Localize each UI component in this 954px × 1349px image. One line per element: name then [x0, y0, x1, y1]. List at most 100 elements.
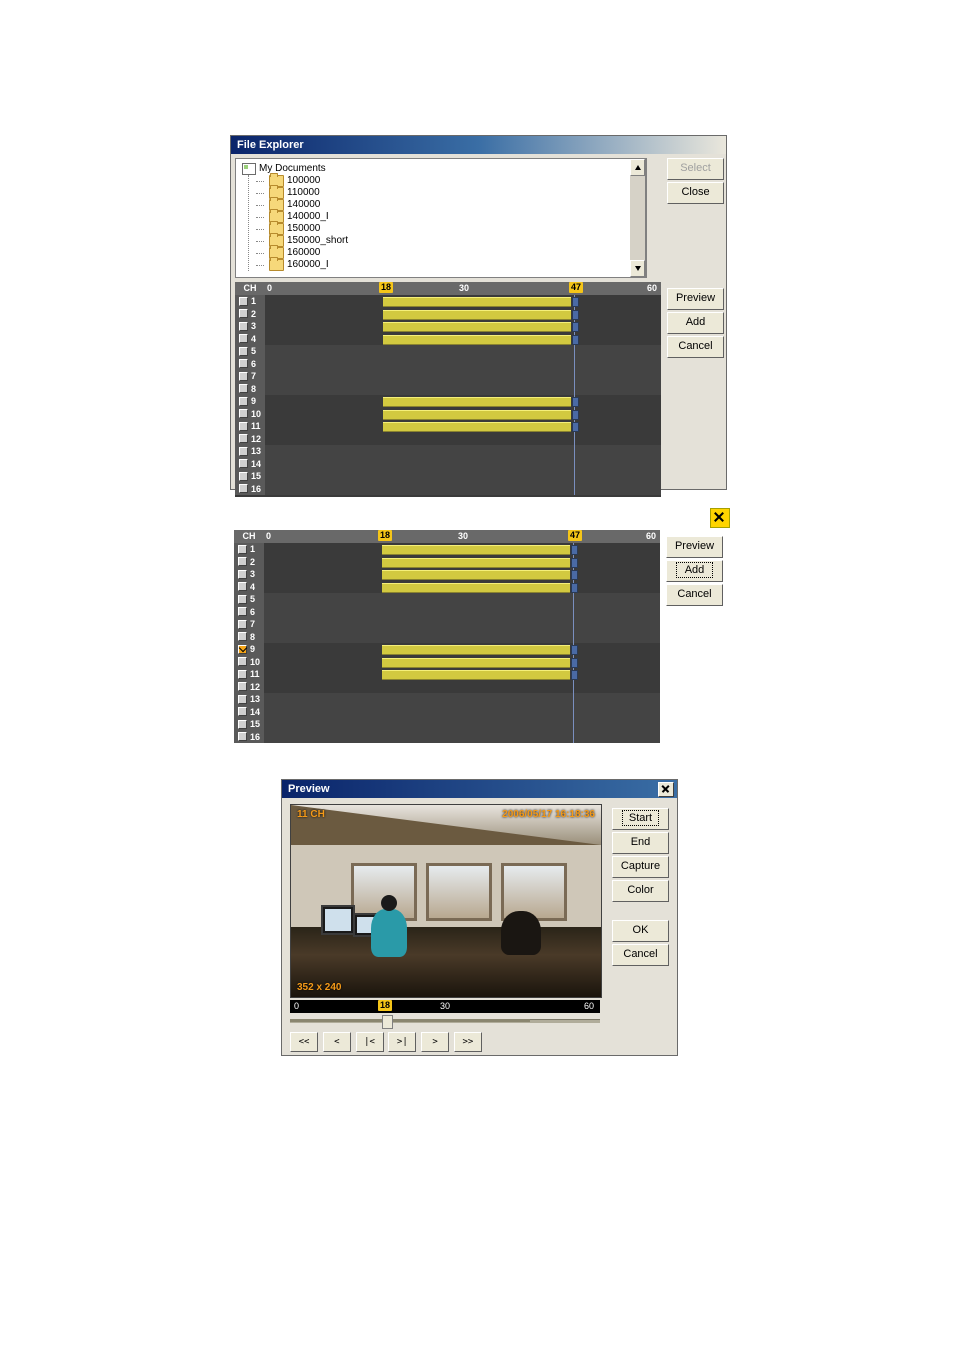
- folder-item[interactable]: 150000_short: [256, 235, 646, 247]
- preview-flag[interactable]: 18: [378, 1000, 392, 1011]
- folder-item[interactable]: 160000: [256, 247, 646, 259]
- channel-checkbox[interactable]: [239, 434, 248, 443]
- end-flag[interactable]: 47: [568, 530, 582, 541]
- channel-checkbox[interactable]: [238, 707, 247, 716]
- channel-checkbox[interactable]: [239, 297, 248, 306]
- timeline-track[interactable]: [264, 668, 660, 681]
- channel-checkbox[interactable]: [239, 359, 248, 368]
- channel-cell[interactable]: 13: [235, 445, 265, 458]
- end-marker[interactable]: [572, 422, 579, 432]
- channel-cell[interactable]: 6: [235, 358, 265, 371]
- channel-checkbox[interactable]: [239, 347, 248, 356]
- cancel-button[interactable]: Cancel: [666, 584, 723, 606]
- tree-scrollbar[interactable]: [630, 158, 646, 278]
- timeline-track[interactable]: [265, 370, 661, 383]
- nav-ffwd-button[interactable]: >>: [454, 1032, 482, 1052]
- timeline-track[interactable]: [264, 718, 660, 731]
- nav-next-button[interactable]: >: [421, 1032, 449, 1052]
- channel-checkbox[interactable]: [239, 309, 248, 318]
- end-marker[interactable]: [572, 297, 579, 307]
- channel-cell[interactable]: 12: [235, 433, 265, 446]
- cancel-button[interactable]: Cancel: [612, 944, 669, 966]
- end-marker[interactable]: [572, 322, 579, 332]
- nav-prev-button[interactable]: <: [323, 1032, 351, 1052]
- timeline-track[interactable]: [264, 631, 660, 644]
- channel-checkbox[interactable]: [238, 695, 247, 704]
- timeline-track[interactable]: [265, 383, 661, 396]
- channel-checkbox[interactable]: [239, 472, 248, 481]
- channel-cell[interactable]: 13: [234, 693, 264, 706]
- timeline-track[interactable]: [264, 581, 660, 594]
- timeline-track[interactable]: [264, 643, 660, 656]
- channel-cell[interactable]: 7: [235, 370, 265, 383]
- channel-cell[interactable]: 2: [234, 556, 264, 569]
- timeline-track[interactable]: [264, 681, 660, 694]
- end-marker[interactable]: [571, 570, 578, 580]
- timeline-track[interactable]: [264, 593, 660, 606]
- channel-checkbox[interactable]: [238, 582, 247, 591]
- channel-checkbox[interactable]: [238, 670, 247, 679]
- channel-cell[interactable]: 7: [234, 618, 264, 631]
- preview-button[interactable]: Preview: [667, 288, 724, 310]
- folder-item[interactable]: 150000: [256, 223, 646, 235]
- folder-item[interactable]: 160000_I: [256, 259, 646, 271]
- channel-checkbox[interactable]: [238, 682, 247, 691]
- channel-checkbox[interactable]: [239, 484, 248, 493]
- channel-checkbox[interactable]: [238, 607, 247, 616]
- channel-cell[interactable]: 15: [235, 470, 265, 483]
- channel-cell[interactable]: 10: [235, 408, 265, 421]
- channel-checkbox[interactable]: [238, 732, 247, 741]
- timeline-track[interactable]: [264, 556, 660, 569]
- select-button[interactable]: Select: [667, 158, 724, 180]
- channel-cell[interactable]: 1: [235, 295, 265, 308]
- timeline-track[interactable]: [265, 458, 661, 471]
- timeline-scale[interactable]: 0 18 30 47 60: [264, 530, 660, 543]
- folder-tree[interactable]: My Documents 100000 110000 140000 140000…: [235, 158, 647, 278]
- scroll-up-button[interactable]: [630, 159, 645, 176]
- timeline-track[interactable]: [265, 395, 661, 408]
- start-button[interactable]: Start: [612, 808, 669, 830]
- channel-checkbox[interactable]: [239, 372, 248, 381]
- close-x-icon[interactable]: [710, 508, 730, 528]
- end-flag[interactable]: 47: [569, 282, 583, 293]
- channel-cell[interactable]: 5: [235, 345, 265, 358]
- timeline-track[interactable]: [265, 445, 661, 458]
- channel-checkbox[interactable]: [239, 322, 248, 331]
- add-button[interactable]: Add: [667, 312, 724, 334]
- start-flag[interactable]: 18: [379, 282, 393, 293]
- start-flag[interactable]: 18: [378, 530, 392, 541]
- channel-checkbox[interactable]: [239, 334, 248, 343]
- channel-checkbox[interactable]: [239, 459, 248, 468]
- end-marker[interactable]: [572, 335, 579, 345]
- folder-item[interactable]: 110000: [256, 187, 646, 199]
- timeline-track[interactable]: [265, 420, 661, 433]
- window-close-button[interactable]: [658, 782, 674, 797]
- timeline-track[interactable]: [264, 606, 660, 619]
- timeline-track[interactable]: [265, 320, 661, 333]
- channel-cell[interactable]: 16: [234, 731, 264, 744]
- end-marker[interactable]: [571, 670, 578, 680]
- scroll-down-button[interactable]: [630, 260, 645, 277]
- channel-checkbox[interactable]: [238, 632, 247, 641]
- channel-cell[interactable]: 3: [235, 320, 265, 333]
- timeline-track[interactable]: [265, 483, 661, 496]
- timeline-track[interactable]: [264, 731, 660, 744]
- close-button[interactable]: Close: [667, 182, 724, 204]
- timeline-scale[interactable]: 0 18 30 47 60: [265, 282, 661, 295]
- end-marker[interactable]: [571, 558, 578, 568]
- channel-cell[interactable]: 1: [234, 543, 264, 556]
- video-preview[interactable]: 11 CH 2006/05/17 16:18:36 352 x 240: [290, 804, 602, 998]
- timeline-track[interactable]: [265, 308, 661, 321]
- channel-checkbox[interactable]: [238, 557, 247, 566]
- channel-cell[interactable]: 9: [235, 395, 265, 408]
- channel-cell[interactable]: 16: [235, 483, 265, 496]
- color-button[interactable]: Color: [612, 880, 669, 902]
- end-marker[interactable]: [571, 583, 578, 593]
- timeline-track[interactable]: [265, 408, 661, 421]
- channel-cell[interactable]: 8: [234, 631, 264, 644]
- channel-checkbox[interactable]: [239, 422, 248, 431]
- channel-cell[interactable]: 4: [234, 581, 264, 594]
- channel-cell[interactable]: 14: [235, 458, 265, 471]
- channel-cell[interactable]: 14: [234, 706, 264, 719]
- capture-button[interactable]: Capture: [612, 856, 669, 878]
